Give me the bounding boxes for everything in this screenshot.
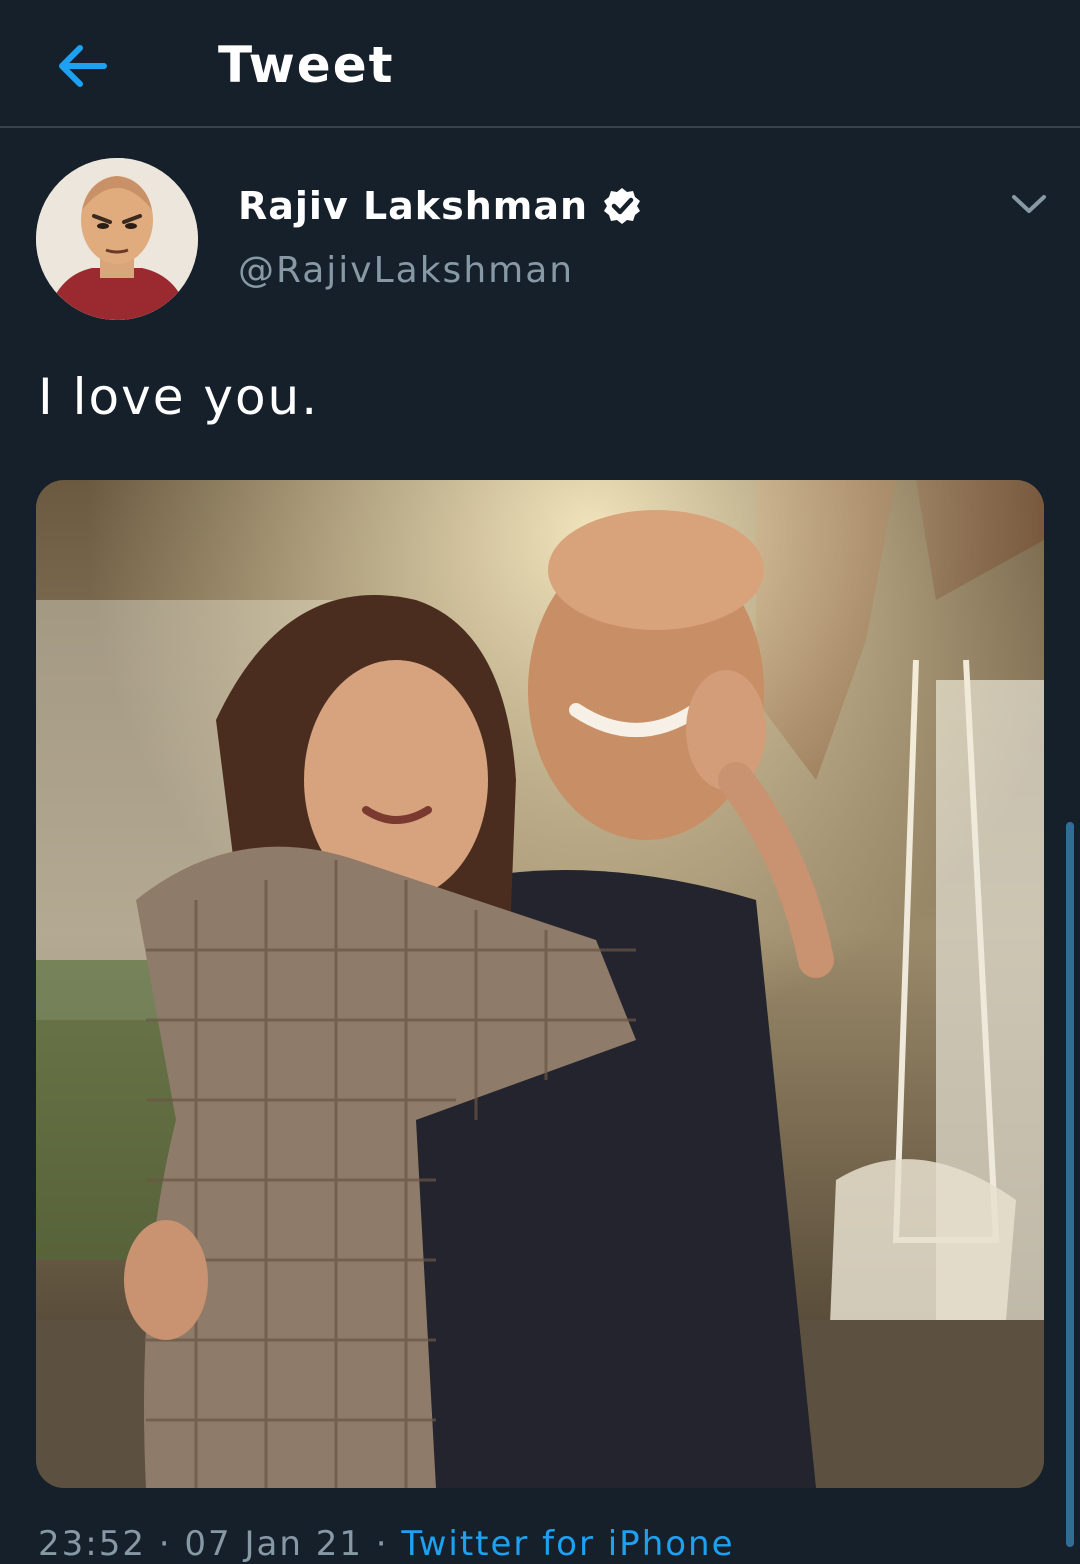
tweet-time: 23:52 — [38, 1524, 146, 1564]
tweet-date: 07 Jan 21 — [184, 1524, 363, 1564]
author-name-row[interactable]: Rajiv Lakshman — [238, 178, 642, 234]
back-button[interactable] — [50, 36, 114, 96]
verified-badge-icon — [602, 186, 642, 226]
photo-image — [36, 480, 1044, 1488]
tweet-photo[interactable] — [36, 480, 1044, 1488]
page-title: Tweet — [218, 36, 395, 94]
avatar[interactable] — [36, 158, 198, 320]
author-display-name[interactable]: Rajiv Lakshman — [238, 184, 588, 228]
meta-separator-2: · — [375, 1524, 389, 1564]
tweet-source-link[interactable]: Twitter for iPhone — [401, 1524, 734, 1564]
top-bar: Tweet — [0, 0, 1080, 128]
tweet-text: I love you. — [38, 368, 320, 426]
tweet-menu-button[interactable] — [1006, 184, 1052, 224]
chevron-down-icon — [1012, 195, 1046, 213]
author-handle[interactable]: @RajivLakshman — [238, 250, 574, 291]
arrow-left-icon — [59, 45, 107, 87]
scrollbar[interactable] — [1066, 822, 1074, 1547]
avatar-illustration — [36, 158, 198, 320]
tweet-metadata: 23:52 · 07 Jan 21 · Twitter for iPhone — [38, 1524, 735, 1564]
meta-separator: · — [158, 1524, 172, 1564]
